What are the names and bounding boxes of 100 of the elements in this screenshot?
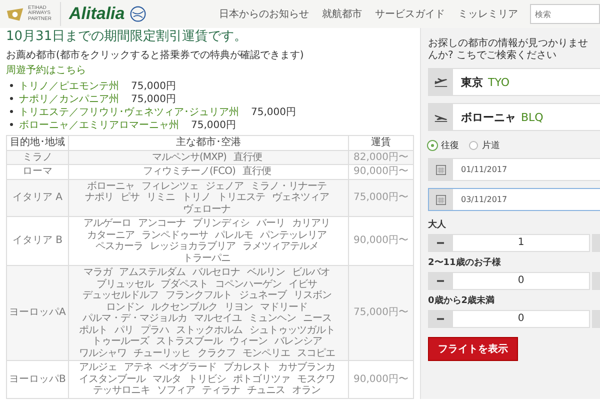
city-name: マルペンサ(MXP) xyxy=(152,152,226,163)
page-title: 10月31日までの期間限定割引運賃です。 xyxy=(6,29,248,45)
decrement-button[interactable] xyxy=(428,272,452,290)
minus-icon xyxy=(436,318,444,320)
city-name: ブリンディシ xyxy=(192,218,250,230)
city-name: ランペドゥーサ xyxy=(142,230,208,240)
city-name: マルセイユ xyxy=(194,313,242,324)
city-name: ブダペスト xyxy=(160,278,208,290)
date-field[interactable]: 01/11/2017 xyxy=(428,158,600,181)
city-name: トリノ xyxy=(182,192,210,204)
passenger-label: 大人 xyxy=(428,218,447,231)
city-name: パレルモ xyxy=(215,230,254,240)
city-name: マドリード xyxy=(260,302,308,313)
offer-link[interactable]: トリエステ／フリウリ･ヴェネツィア･ジュリア州 xyxy=(19,104,239,118)
column-header: 運賃 xyxy=(348,136,414,150)
fare-cell: 90,000円〜 xyxy=(348,164,414,179)
tour-link[interactable]: 周遊予約はこちら xyxy=(6,65,414,77)
city-name: 直行便 xyxy=(233,152,262,163)
column-header: 目的地･地域 xyxy=(6,136,68,150)
city-name: ビルバオ xyxy=(292,267,330,278)
city-name: ピサ xyxy=(120,192,140,204)
destination-cell: ミラノ xyxy=(6,150,68,164)
city-name: パルマ・デ・マジョルカ xyxy=(82,313,187,324)
city-name: ロンドン xyxy=(106,302,144,313)
city-name: アンコーナ xyxy=(138,218,186,230)
offer-link[interactable]: ナポリ／カンパニア州 xyxy=(19,92,119,106)
passenger-count-field[interactable]: 0 xyxy=(452,310,590,328)
trip-type-radio[interactable]: 片道 xyxy=(469,139,500,152)
destination-cell: ヨーロッパB xyxy=(6,360,68,398)
city-name: トリエステ xyxy=(217,192,265,204)
search-field[interactable]: 検索 xyxy=(530,4,600,24)
passenger-count-field[interactable]: 1 xyxy=(452,234,590,252)
city-name: カサブランカ xyxy=(278,362,335,374)
decrement-button[interactable] xyxy=(428,310,452,328)
city-name: アルゲーロ xyxy=(84,218,132,230)
city-name: クラクフ xyxy=(197,348,236,359)
nav-link[interactable]: 日本からのお知らせ xyxy=(219,7,309,21)
city-name: マラガ xyxy=(84,267,112,278)
city-name: テッサロニキ xyxy=(93,385,150,396)
destination-cell: イタリア A xyxy=(6,179,68,216)
city-name: アルジェ xyxy=(78,362,117,374)
city-name: リスボン xyxy=(293,290,332,302)
city-name: ミュンヘン xyxy=(248,313,296,324)
bullet-icon xyxy=(10,110,13,113)
city-name: アムステルダム xyxy=(119,267,186,278)
city-name: バルセロナ xyxy=(192,267,240,278)
city-name: ジュネーブ xyxy=(238,290,286,302)
city-name: ブカレスト xyxy=(223,362,271,374)
city-name: ブリュッセル xyxy=(96,278,154,290)
offer-price: 75,000円 xyxy=(251,106,296,118)
passenger-label: 2〜11歳のお子様 xyxy=(428,256,502,269)
city-name: ジェノア xyxy=(206,180,244,192)
fare-cell: 75,000円〜 xyxy=(348,266,414,360)
city-name: バレンシア xyxy=(274,336,322,348)
city-name: パンテッレリア xyxy=(260,230,327,241)
nav-link[interactable]: ミッレミリア xyxy=(458,7,518,21)
bullet-icon xyxy=(10,84,13,87)
show-flights-button[interactable]: フライトを表示 xyxy=(428,337,518,361)
city-name: コペンハーゲン xyxy=(215,278,282,290)
city-name: ミラノ・リナーテ xyxy=(250,180,327,192)
takeoff-icon xyxy=(434,76,448,88)
city-name: オラン xyxy=(292,385,321,396)
city-name: ヴェネツィア xyxy=(272,192,329,204)
city-name: レッジョカラブリア xyxy=(150,241,236,252)
city-name: ソフィア xyxy=(157,385,196,396)
city-name: スコピエ xyxy=(296,348,335,359)
passenger-label: 0歳から2歳未満 xyxy=(428,294,496,307)
city-name: ポトゴリツァ xyxy=(232,374,290,385)
city-name: プラハ xyxy=(140,324,169,336)
offer-link[interactable]: ボローニャ／エミリアロマーニャ州 xyxy=(19,118,179,132)
city-name: ティラナ xyxy=(202,385,240,396)
city-name: カリアリ xyxy=(292,218,330,230)
decrement-button[interactable] xyxy=(428,234,452,252)
city-name: フィウミチーノ(FCO) xyxy=(142,166,236,178)
city-name: トラーパニ xyxy=(183,252,231,264)
offer-link[interactable]: トリノ／ピエモンテ州 xyxy=(19,78,119,92)
city-name: モスクワ xyxy=(296,374,335,385)
fare-cell: 82,000円〜 xyxy=(348,150,414,164)
trip-type-radio[interactable]: 往復 xyxy=(428,139,459,152)
nav-link[interactable]: 就航都市 xyxy=(322,7,362,21)
city-name: ヴェローナ xyxy=(183,204,231,215)
airport-field[interactable]: 東京 TYO xyxy=(428,68,600,96)
city-name: アテネ xyxy=(124,362,152,374)
destination-cell: ヨーロッパA xyxy=(6,266,68,360)
passenger-count-field[interactable]: 0 xyxy=(452,272,590,290)
city-name: パリ xyxy=(114,324,134,336)
city-name: バーリ xyxy=(256,218,286,230)
city-name: ポルト xyxy=(78,324,108,336)
bullet-icon xyxy=(10,123,13,126)
fare-cell: 75,000円〜 xyxy=(348,179,414,216)
city-name: イビサ xyxy=(288,278,318,290)
brand-logo[interactable]: Alitalia xyxy=(69,4,125,24)
nav-link[interactable]: サービスガイド xyxy=(375,7,445,21)
date-field[interactable]: 03/11/2017 xyxy=(428,188,600,211)
airport-field[interactable]: ボローニャ BLQ xyxy=(428,103,600,131)
city-name: モンペリエ xyxy=(242,348,290,359)
recommend-note: お薦め都市(都市をクリックすると搭乗券での特典が確認できます) xyxy=(6,50,305,62)
city-name: フィレンツェ xyxy=(142,180,199,192)
calendar-icon xyxy=(436,164,446,174)
city-name: ワルシャワ xyxy=(78,348,126,359)
